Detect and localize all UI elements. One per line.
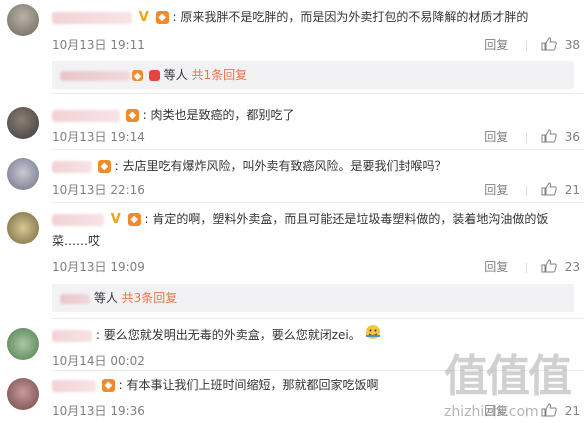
crown-badge-icon <box>148 70 160 81</box>
username[interactable] <box>52 329 92 342</box>
reply-button[interactable]: 回复 <box>484 36 508 53</box>
username[interactable] <box>52 11 132 24</box>
vip-badge-icon: ◆ <box>97 160 111 173</box>
comment-actions: 回复 21 <box>484 402 580 419</box>
like-icon[interactable] <box>541 37 557 51</box>
sub-replies-2[interactable]: 等人 共3条回复 <box>52 284 574 312</box>
emoji-icon <box>365 324 381 347</box>
comment-actions: 回复 36 <box>484 128 580 145</box>
comment-time: 10月13日 19:14 <box>52 130 145 144</box>
comment-text-line-1: 肯定的啊，塑料外卖盒，而且可能还是垃圾毒塑料做的，装着地沟油做的饭 <box>152 212 549 226</box>
comment-text: 原来我胖不是吃胖的，而是因为外卖打包的不易降解的材质才胖的 <box>180 10 529 24</box>
divider <box>52 370 584 371</box>
username[interactable] <box>52 213 104 226</box>
like-count: 36 <box>564 130 580 144</box>
divider <box>52 202 584 203</box>
vip-badge-icon: ◆ <box>101 379 115 392</box>
comment-actions: 回复 21 <box>484 181 580 198</box>
avatar[interactable] <box>7 107 39 139</box>
comment-time: 10月13日 19:09 <box>52 260 145 274</box>
divider <box>52 93 584 94</box>
avatar[interactable] <box>7 378 39 410</box>
comment-actions: 回复 23 <box>484 258 580 275</box>
like-icon[interactable] <box>541 129 557 143</box>
sub-replies-prefix: 等人 <box>163 68 188 82</box>
like-icon[interactable] <box>541 403 557 417</box>
divider <box>526 132 528 143</box>
sub-replies-prefix: 等人 <box>93 291 118 305</box>
reply-button[interactable]: 回复 <box>484 402 508 419</box>
username[interactable] <box>52 160 92 173</box>
sub-replies-1[interactable]: ◆ 等人 共1条回复 <box>52 61 574 89</box>
comment-text: 肉类也是致癌的，都别吃了 <box>150 108 295 122</box>
comment-text: 有本事让我们上班时间缩短，那就都回家吃饭啊 <box>126 378 379 392</box>
comment-text: 要么您就发明出无毒的外卖盒，要么您就闭zei。 <box>103 328 361 342</box>
reply-button[interactable]: 回复 <box>484 181 508 198</box>
comment-time: 10月13日 19:11 <box>52 38 145 52</box>
reply-button[interactable]: 回复 <box>484 258 508 275</box>
comment-time: 10月13日 19:36 <box>52 404 145 418</box>
vip-badge-icon: ◆ <box>127 213 141 226</box>
like-count: 38 <box>564 38 580 52</box>
avatar[interactable] <box>7 328 39 360</box>
vip-badge-icon: ◆ <box>155 11 169 24</box>
like-icon[interactable] <box>541 259 557 273</box>
vip-badge-icon: ◆ <box>132 70 143 82</box>
divider <box>52 318 584 319</box>
like-count: 21 <box>564 404 580 418</box>
avatar[interactable] <box>7 4 39 36</box>
username[interactable] <box>52 109 120 122</box>
divider <box>526 40 528 51</box>
comment-time: 10月14日 00:02 <box>52 354 145 368</box>
comment-time: 10月13日 22:16 <box>52 183 145 197</box>
divider <box>526 262 528 273</box>
comment-text-line-2: 菜……哎 <box>52 234 101 248</box>
divider <box>526 185 528 196</box>
more-replies-link[interactable]: 共3条回复 <box>122 291 178 305</box>
avatar[interactable] <box>7 158 39 190</box>
more-replies-link[interactable]: 共1条回复 <box>192 68 248 82</box>
username[interactable] <box>52 379 96 392</box>
like-count: 23 <box>564 260 580 274</box>
avatar[interactable] <box>7 212 39 244</box>
comment-text: 去店里吃有爆炸风险，叫外卖有致癌风险。是要我们封喉吗？ <box>122 159 447 173</box>
verified-icon: V <box>110 212 121 227</box>
vip-badge-icon: ◆ <box>125 109 139 122</box>
like-icon[interactable] <box>541 182 557 196</box>
reply-button[interactable]: 回复 <box>484 128 508 145</box>
divider <box>52 149 584 150</box>
like-count: 21 <box>564 183 580 197</box>
verified-icon: V <box>138 10 149 25</box>
comment-actions: 回复 38 <box>484 36 580 53</box>
divider <box>526 406 528 417</box>
